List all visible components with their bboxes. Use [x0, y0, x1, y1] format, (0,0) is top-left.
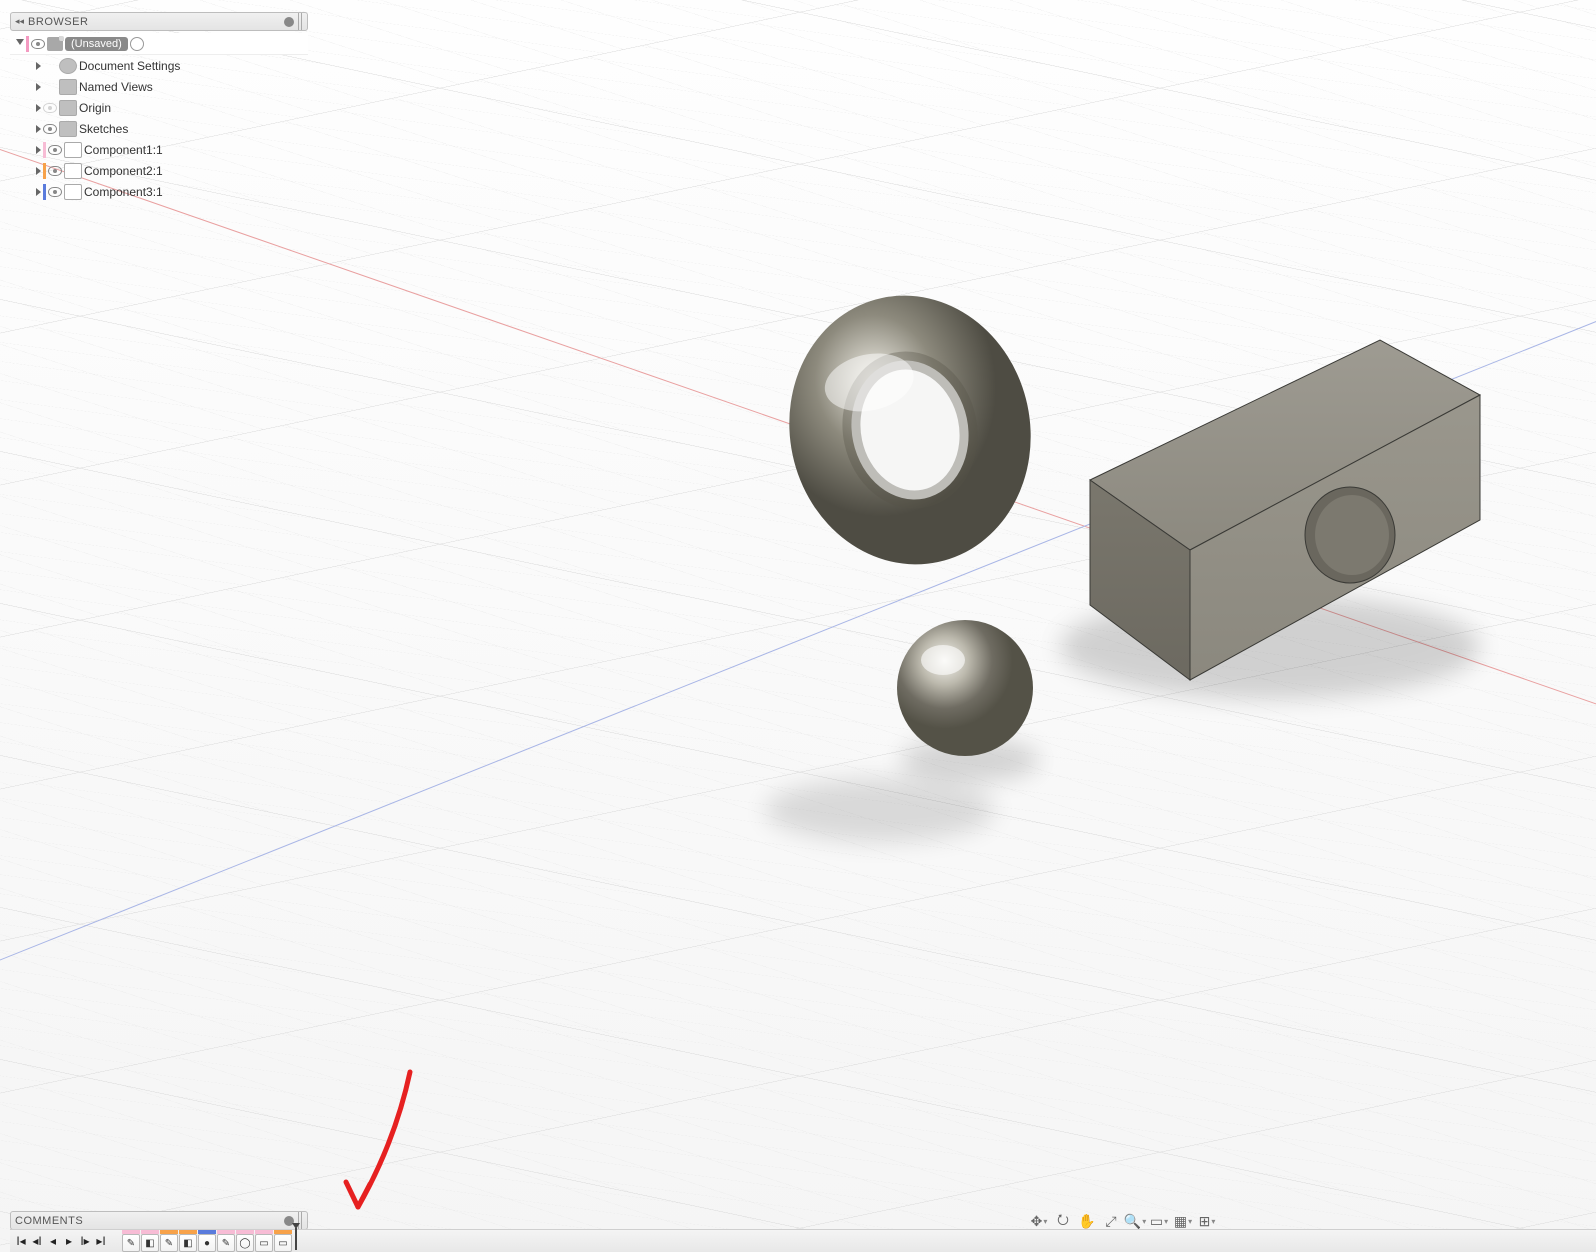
visibility-icon[interactable] [43, 122, 57, 136]
visibility-icon[interactable] [48, 143, 62, 157]
timeline-end-icon[interactable]: ▸I [94, 1234, 108, 1248]
timeline-feature[interactable]: ◯ [236, 1230, 254, 1252]
orbit-icon[interactable]: ⭮ [1054, 1212, 1072, 1230]
gear-icon [59, 58, 77, 74]
expand-icon[interactable] [36, 83, 41, 91]
grid-icon[interactable]: ▦▾ [1174, 1212, 1192, 1230]
timeline-playhead[interactable] [295, 1228, 297, 1250]
timeline-feature[interactable]: ✎ [160, 1230, 178, 1252]
browser-title: BROWSER [28, 16, 280, 28]
folder-icon [59, 121, 77, 137]
timeline-step-fwd-icon[interactable]: I▸ [78, 1234, 92, 1248]
component-stripe [43, 142, 46, 158]
root-stripe [26, 36, 29, 52]
tree-item-label: Document Settings [79, 59, 180, 73]
tree-item[interactable]: Named Views [10, 76, 308, 97]
panel-resize-handle[interactable] [298, 13, 303, 30]
tree-item[interactable]: Component1:1 [10, 139, 308, 160]
timeline-step-back-icon[interactable]: ◂I [30, 1234, 44, 1248]
timeline-feature[interactable]: ● [198, 1230, 216, 1252]
expand-icon[interactable] [36, 104, 41, 112]
timeline-feature[interactable]: ✎ [122, 1230, 140, 1252]
tree-root[interactable]: (Unsaved) [10, 33, 308, 55]
hand-icon[interactable]: ✋ [1078, 1212, 1096, 1230]
component-stripe [43, 163, 46, 179]
expand-icon[interactable] [16, 39, 24, 49]
tree-item[interactable]: Component3:1 [10, 181, 308, 202]
timeline-start-icon[interactable]: I◂ [14, 1234, 28, 1248]
zoom-icon[interactable]: 🔍▾ [1126, 1212, 1144, 1230]
tree-item-label: Component2:1 [84, 164, 163, 178]
tree-item-label: Component1:1 [84, 143, 163, 157]
comments-panel: COMMENTS [10, 1211, 308, 1230]
timeline-feature[interactable]: ◧ [179, 1230, 197, 1252]
timeline-play-icon[interactable]: ▸ [62, 1234, 76, 1248]
visibility-icon[interactable] [48, 185, 62, 199]
sphere-body [897, 620, 1033, 756]
browser-panel: ◂◂ BROWSER (Unsaved) Document Settings Na… [10, 12, 308, 202]
tree-item[interactable]: Component2:1 [10, 160, 308, 181]
cube-icon [64, 163, 82, 179]
timeline-feature[interactable]: ◧ [141, 1230, 159, 1252]
document-state: (Unsaved) [65, 37, 128, 51]
cube-icon [64, 184, 82, 200]
expand-icon[interactable] [36, 62, 41, 70]
expand-icon[interactable] [36, 146, 41, 154]
layout-icon[interactable]: ⊞▾ [1198, 1212, 1216, 1230]
document-icon [47, 37, 63, 51]
pan-icon[interactable]: ✥▾ [1030, 1212, 1048, 1230]
zoom-fit-icon[interactable]: ⤢ [1102, 1212, 1120, 1230]
tree-item-label: Named Views [79, 80, 153, 94]
timeline-feature[interactable]: ✎ [217, 1230, 235, 1252]
display-icon[interactable]: ▭▾ [1150, 1212, 1168, 1230]
browser-tree: (Unsaved) Document Settings Named Views Or… [10, 33, 308, 202]
timeline-play-back-icon[interactable]: ◂ [46, 1234, 60, 1248]
visibility-icon[interactable] [48, 164, 62, 178]
folder-icon [59, 79, 77, 95]
activate-radio[interactable] [130, 37, 144, 51]
tree-item-label: Origin [79, 101, 111, 115]
timeline-feature[interactable]: ▭ [255, 1230, 273, 1252]
rewind-icon[interactable]: ◂◂ [15, 16, 24, 27]
visibility-icon[interactable] [31, 37, 45, 51]
cube-icon [64, 142, 82, 158]
comments-title: COMMENTS [15, 1215, 280, 1227]
timeline: I◂ ◂I ◂ ▸ I▸ ▸I ✎◧✎◧●✎◯▭▭ [10, 1229, 1596, 1252]
component-stripe [43, 184, 46, 200]
timeline-features: ✎◧✎◧●✎◯▭▭ [122, 1230, 292, 1252]
tree-item[interactable]: Origin [10, 97, 308, 118]
visibility-icon[interactable] [43, 101, 57, 115]
timeline-feature[interactable]: ▭ [274, 1230, 292, 1252]
tree-item-label: Sketches [79, 122, 128, 136]
comments-header[interactable]: COMMENTS [10, 1211, 308, 1230]
folder-icon [59, 100, 77, 116]
tree-item-label: Component3:1 [84, 185, 163, 199]
tree-item[interactable]: Sketches [10, 118, 308, 139]
browser-header[interactable]: ◂◂ BROWSER [10, 12, 308, 31]
expand-icon[interactable] [36, 188, 41, 196]
expand-icon[interactable] [36, 125, 41, 133]
panel-settings-icon[interactable] [284, 17, 294, 27]
navigation-toolbar: ✥▾ ⭮ ✋ ⤢ 🔍▾ ▭▾ ▦▾ ⊞▾ [1030, 1212, 1216, 1230]
tree-item[interactable]: Document Settings [10, 55, 308, 76]
expand-icon[interactable] [36, 167, 41, 175]
